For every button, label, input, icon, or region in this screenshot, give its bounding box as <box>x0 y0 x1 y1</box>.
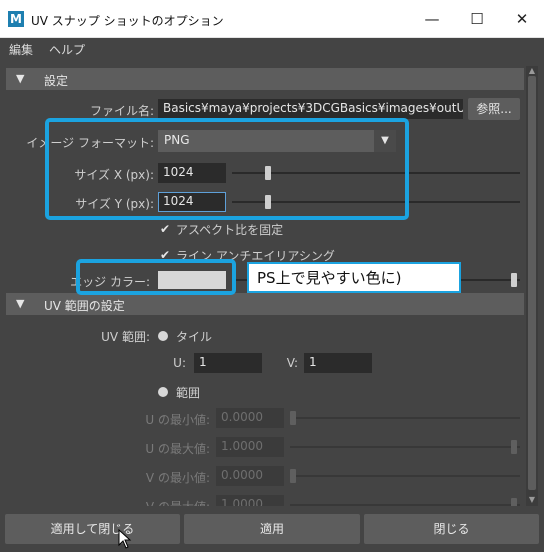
title-bar: M UV スナップ ショットのオプション — ☐ ✕ <box>0 0 544 38</box>
v-label: V: <box>286 356 298 370</box>
u-min-label: U の最小値: <box>145 413 210 427</box>
apply-button[interactable]: 適用 <box>184 514 360 544</box>
tile-label: タイル <box>176 330 213 344</box>
u-max-slider-handle[interactable] <box>511 440 517 454</box>
highlight-edge-color-box <box>76 259 236 295</box>
scroll-down-icon[interactable]: ▼ <box>527 495 537 505</box>
u-max-slider-track[interactable] <box>290 446 520 448</box>
u-min-input[interactable]: 0.0000 <box>216 408 284 428</box>
u-tile-input[interactable]: 1 <box>194 353 262 373</box>
collapse-arrow-icon: ▼ <box>16 297 25 310</box>
collapse-arrow-icon: ▼ <box>16 72 25 85</box>
v-min-slider-handle[interactable] <box>290 469 296 483</box>
bottom-button-bar: 適用して閉じる 適用 閉じる <box>0 508 544 552</box>
scroll-up-icon[interactable]: ▲ <box>527 66 537 76</box>
maximize-icon[interactable]: ☐ <box>466 9 488 29</box>
vertical-scrollbar[interactable]: ▲ ▼ <box>526 66 538 506</box>
u-max-label: U の最大値: <box>145 442 210 456</box>
v-max-slider-track[interactable] <box>290 504 520 506</box>
menu-bar: 編集 ヘルプ <box>0 38 544 60</box>
v-min-slider-track[interactable] <box>290 475 520 477</box>
tile-radio[interactable] <box>158 331 168 341</box>
v-min-label: V の最小値: <box>145 471 210 485</box>
annotation-callout: PS上で見やすい色に) <box>247 262 461 293</box>
menu-help[interactable]: ヘルプ <box>49 41 85 58</box>
v-max-label: V の最大値: <box>6 498 210 506</box>
range-label: 範囲 <box>176 386 201 400</box>
scrollbar-thumb[interactable] <box>528 76 536 490</box>
uv-range-section-title: UV 範囲の設定 <box>44 299 125 313</box>
settings-section-header[interactable]: ▼ 設定 <box>6 68 524 90</box>
close-icon[interactable]: ✕ <box>511 9 533 29</box>
uv-range-label: UV 範囲: <box>101 330 150 344</box>
keep-aspect-label: アスペクト比を固定 <box>176 223 284 237</box>
u-max-input[interactable]: 1.0000 <box>216 437 284 457</box>
u-label: U: <box>173 356 186 370</box>
settings-section-title: 設定 <box>44 74 69 88</box>
apply-and-close-button[interactable]: 適用して閉じる <box>5 514 180 544</box>
close-button[interactable]: 閉じる <box>364 514 539 544</box>
v-tile-input[interactable]: 1 <box>304 353 372 373</box>
file-name-input[interactable]: Basics¥maya¥projects¥3DCGBasics¥images¥o… <box>158 99 463 119</box>
highlight-format-size-box <box>45 118 409 220</box>
v-max-input[interactable]: 1.0000 <box>216 495 284 506</box>
v-max-slider-handle[interactable] <box>511 498 517 506</box>
keep-aspect-checkbox[interactable]: ✔ <box>160 223 172 235</box>
range-radio[interactable] <box>158 387 168 397</box>
minimize-icon[interactable]: — <box>421 9 443 29</box>
u-min-slider-handle[interactable] <box>290 411 296 425</box>
edge-color-slider-handle[interactable] <box>511 273 517 287</box>
v-min-input[interactable]: 0.0000 <box>216 466 284 486</box>
window-title: UV スナップ ショットのオプション <box>31 14 224 28</box>
file-name-label: ファイル名: <box>89 104 154 118</box>
uv-range-section-header[interactable]: ▼ UV 範囲の設定 <box>6 293 524 315</box>
u-min-slider-track[interactable] <box>290 417 520 419</box>
menu-edit[interactable]: 編集 <box>9 41 33 58</box>
mouse-cursor-icon <box>118 529 132 549</box>
browse-button[interactable]: 参照... <box>468 98 520 120</box>
maya-logo-icon: M <box>8 11 24 27</box>
